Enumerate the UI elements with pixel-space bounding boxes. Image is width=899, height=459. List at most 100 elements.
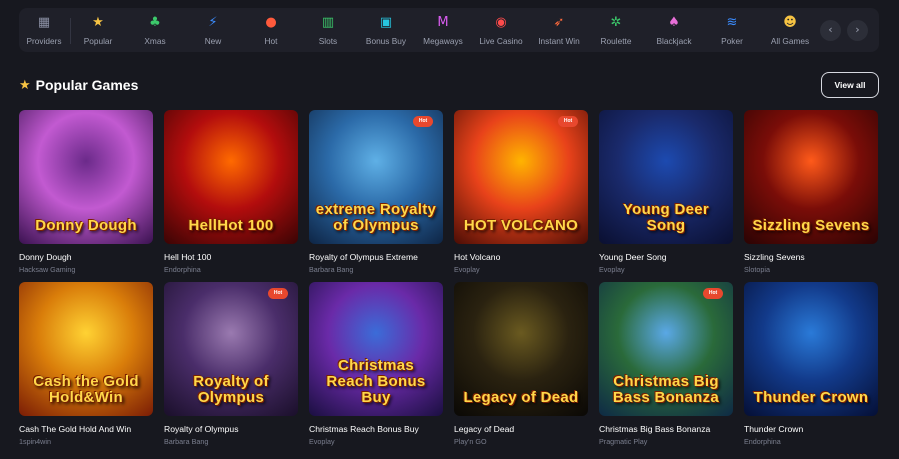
game-provider: Evoplay (599, 265, 625, 274)
nav-item-poker[interactable]: ≋ Poker (704, 8, 760, 52)
game-name[interactable]: Royalty of Olympus Extreme (309, 252, 443, 262)
game-name[interactable]: Christmas Reach Bonus Buy (309, 424, 443, 434)
game-card[interactable]: Donny Dough Donny Dough Hacksaw Gaming (19, 110, 153, 274)
game-artwork-title: Royalty of Olympus (193, 373, 269, 406)
nav-item-label: All Games (770, 36, 810, 46)
game-card[interactable]: HOT VOLCANO Hot Hot Volcano Evoplay (454, 110, 588, 274)
hot-badge: Hot (703, 288, 723, 299)
game-card[interactable]: Royalty of Olympus Hot Royalty of Olympus B… (164, 282, 298, 446)
game-artwork-title: Cash the Gold Hold&Win (33, 373, 139, 406)
game-thumbnail[interactable]: Legacy of Dead (454, 282, 588, 416)
nav-item-label: Megaways (423, 36, 463, 46)
game-artwork-title: Sizzling Sevens (752, 217, 870, 234)
game-thumbnail[interactable]: Young Deer Song (599, 110, 733, 244)
nav-item-label: New (204, 36, 222, 46)
nav-item-label: Hot (264, 36, 278, 46)
game-provider: Play'n GO (454, 437, 487, 446)
game-name[interactable]: Sizzling Sevens (744, 252, 878, 262)
section-header: ★ Popular Games (19, 77, 138, 93)
game-card[interactable]: Cash the Gold Hold&Win Cash The Gold Hold… (19, 282, 153, 446)
game-provider: Endorphina (164, 265, 201, 274)
game-thumbnail[interactable]: HOT VOLCANO Hot (454, 110, 588, 244)
star-icon: ★ (19, 77, 31, 93)
game-thumbnail[interactable]: HellHot 100 (164, 110, 298, 244)
game-thumbnail[interactable]: Sizzling Sevens (744, 110, 878, 244)
lightning-icon: ⚡ (208, 15, 218, 30)
game-artwork-title: Thunder Crown (753, 389, 869, 406)
game-artwork-title: Legacy of Dead (463, 389, 579, 406)
game-name[interactable]: Donny Dough (19, 252, 153, 262)
game-provider: Endorphina (744, 437, 781, 446)
flame-icon: ● (265, 15, 277, 30)
game-artwork-title: Young Deer Song (622, 201, 710, 234)
game-card[interactable]: Thunder Crown Thunder Crown Endorphina (744, 282, 878, 446)
game-thumbnail[interactable]: Donny Dough (19, 110, 153, 244)
nav-item-live-casino[interactable]: ◉ Live Casino (473, 8, 529, 52)
game-artwork-title: HellHot 100 (188, 217, 274, 234)
game-provider: Evoplay (309, 437, 335, 446)
nav-item-hot[interactable]: ● Hot (243, 8, 299, 52)
scroll-right-button[interactable]: › (847, 20, 868, 41)
nav-item-all-games[interactable]: ☻ All Games (762, 8, 818, 52)
scroll-left-button[interactable]: ‹ (820, 20, 841, 41)
nav-item-label: Providers (26, 36, 62, 46)
nav-item-new[interactable]: ⚡ New (185, 8, 241, 52)
game-thumbnail[interactable]: Thunder Crown (744, 282, 878, 416)
nav-item-label: Bonus Buy (365, 36, 407, 46)
nav-item-xmas[interactable]: ♣ Xmas (127, 8, 183, 52)
poker-chips-icon: ≋ (726, 15, 738, 30)
game-card[interactable]: Christmas Reach Bonus Buy Christmas Reach… (309, 282, 443, 446)
smiley-icon: ☻ (783, 15, 797, 30)
game-artwork-title: HOT VOLCANO (463, 217, 579, 234)
game-thumbnail[interactable]: extreme Royalty of Olympus Hot (309, 110, 443, 244)
game-thumbnail[interactable]: Royalty of Olympus Hot (164, 282, 298, 416)
star-icon: ★ (92, 15, 104, 30)
game-card[interactable]: Sizzling Sevens Sizzling Sevens Slotopia (744, 110, 878, 274)
game-card[interactable]: Legacy of Dead Legacy of Dead Play'n GO (454, 282, 588, 446)
nav-item-label: Popular (83, 36, 113, 46)
game-thumbnail[interactable]: Christmas Reach Bonus Buy (309, 282, 443, 416)
game-thumbnail[interactable]: Christmas Big Bass Bonanza Hot (599, 282, 733, 416)
game-artwork-title: Christmas Big Bass Bonanza (612, 373, 720, 406)
nav-item-popular[interactable]: ★ Popular (70, 8, 126, 52)
game-card[interactable]: Christmas Big Bass Bonanza Hot Christmas B… (599, 282, 733, 446)
nav-item-roulette[interactable]: ✲ Roulette (588, 8, 644, 52)
hot-badge: Hot (268, 288, 288, 299)
grid-icon: ▦ (37, 15, 51, 30)
game-artwork-title: Christmas Reach Bonus Buy (326, 357, 426, 406)
game-name[interactable]: Royalty of Olympus (164, 424, 298, 434)
game-card[interactable]: extreme Royalty of Olympus Hot Royalty of … (309, 110, 443, 274)
game-card[interactable]: Young Deer Song Young Deer Song Evoplay (599, 110, 733, 274)
hot-badge: Hot (558, 116, 578, 127)
nav-item-slots[interactable]: ▥ Slots (300, 8, 356, 52)
slot-reels-icon: ▥ (321, 15, 335, 30)
game-thumbnail[interactable]: Cash the Gold Hold&Win (19, 282, 153, 416)
nav-item-blackjack[interactable]: ♠ Blackjack (646, 8, 702, 52)
nav-item-label: Roulette (600, 36, 632, 46)
christmas-tree-icon: ♣ (149, 15, 161, 30)
nav-item-providers[interactable]: ▦ Providers (16, 8, 72, 52)
game-name[interactable]: Legacy of Dead (454, 424, 588, 434)
hot-badge: Hot (413, 116, 433, 127)
game-provider: Barbara Bang (164, 437, 209, 446)
game-provider: Hacksaw Gaming (19, 265, 76, 274)
rocket-icon: ➶ (553, 15, 565, 30)
nav-item-bonus-buy[interactable]: ▣ Bonus Buy (358, 8, 414, 52)
live-casino-icon: ◉ (495, 15, 507, 30)
view-all-button[interactable]: View all (821, 72, 879, 98)
game-name[interactable]: Young Deer Song (599, 252, 733, 262)
game-name[interactable]: Thunder Crown (744, 424, 878, 434)
game-provider: 1spin4win (19, 437, 51, 446)
nav-item-megaways[interactable]: M Megaways (415, 8, 471, 52)
game-name[interactable]: Christmas Big Bass Bonanza (599, 424, 733, 434)
game-card[interactable]: HellHot 100 Hell Hot 100 Endorphina (164, 110, 298, 274)
nav-item-label: Slots (318, 36, 338, 46)
game-name[interactable]: Cash The Gold Hold And Win (19, 424, 153, 434)
nav-item-instant-win[interactable]: ➶ Instant Win (531, 8, 587, 52)
nav-item-label: Live Casino (479, 36, 523, 46)
nav-item-label: Poker (721, 36, 743, 46)
game-name[interactable]: Hell Hot 100 (164, 252, 298, 262)
section-title: Popular Games (35, 77, 139, 93)
game-name[interactable]: Hot Volcano (454, 252, 588, 262)
nav-item-label: Instant Win (538, 36, 580, 46)
